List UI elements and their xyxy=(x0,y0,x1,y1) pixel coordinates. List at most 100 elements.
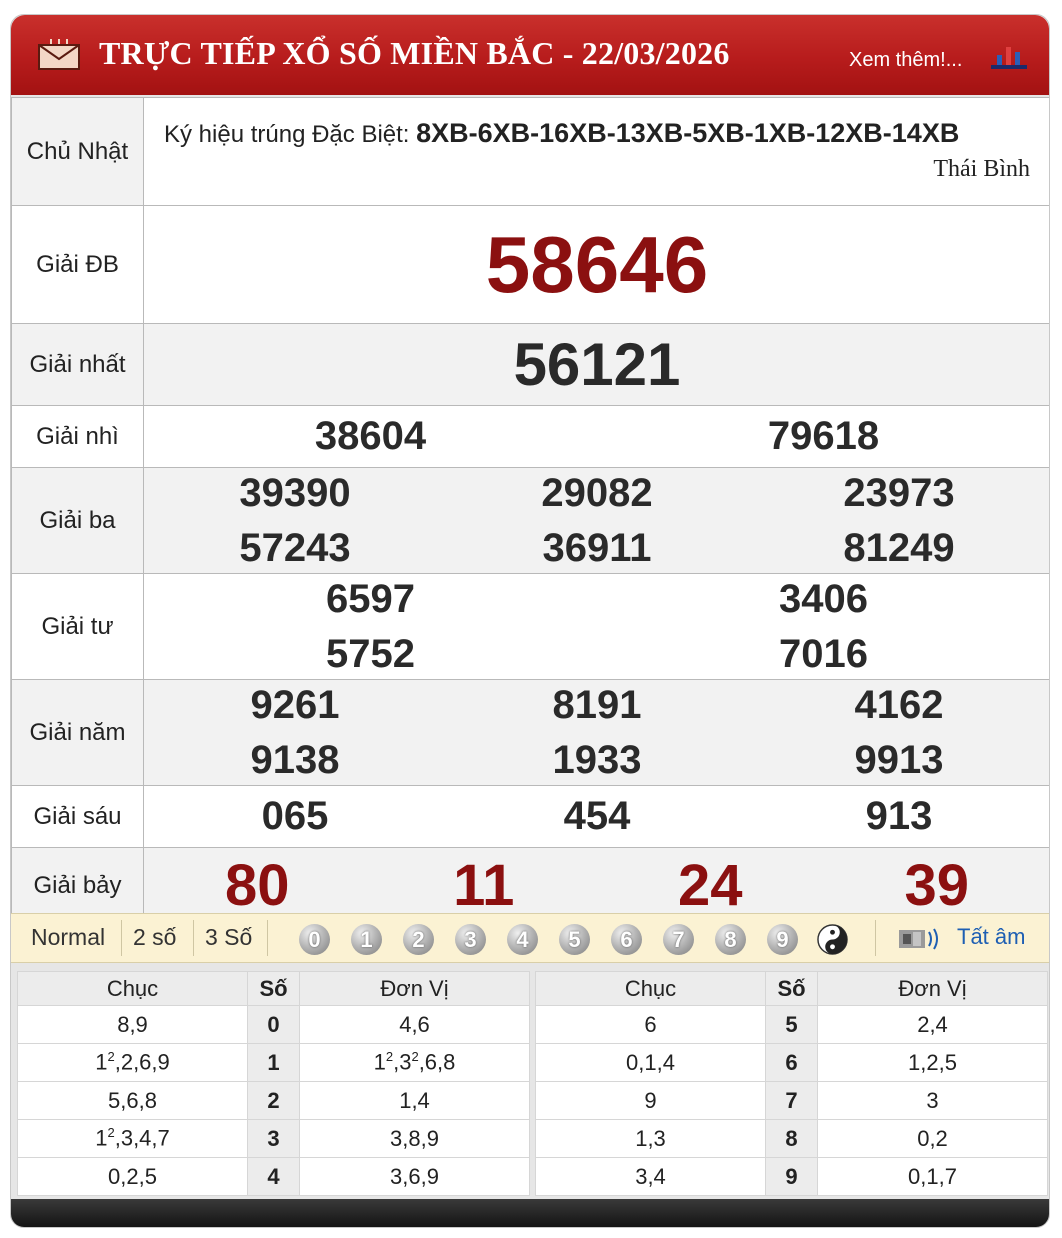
prize-3-number: 23973 xyxy=(843,470,955,515)
digit-ball-0[interactable]: 0 xyxy=(299,924,330,955)
divider xyxy=(875,920,876,956)
day-label: Chủ Nhật xyxy=(11,97,144,206)
table-row: 12,2,6,9 1 12,32,6,8 xyxy=(17,1043,530,1082)
mode-normal-button[interactable]: Normal xyxy=(31,924,105,951)
prize-label-db: Giải ĐB xyxy=(11,205,144,324)
symbol-cell: Ký hiệu trúng Đặc Biệt: 8XB-6XB-16XB-13X… xyxy=(143,97,1049,206)
table-row: 12,3,4,7 3 3,8,9 xyxy=(17,1119,530,1158)
prize-label-3: Giải ba xyxy=(11,467,144,574)
prize-5-number: 4162 xyxy=(854,682,944,727)
digit-ball-5[interactable]: 5 xyxy=(559,924,590,955)
stats-units-cell: 3 xyxy=(817,1081,1048,1120)
prize-5-number: 9261 xyxy=(250,682,340,727)
mode-3-digit-button[interactable]: 3 Số xyxy=(205,924,252,951)
stats-units-cell: 12,32,6,8 xyxy=(299,1043,530,1082)
prize-2-number: 79618 xyxy=(767,414,880,458)
stats-tens-cell: 12,3,4,7 xyxy=(17,1119,248,1158)
digit-ball-4[interactable]: 4 xyxy=(507,924,538,955)
stats-digit-cell: 0 xyxy=(247,1005,300,1044)
mute-all-button[interactable]: Tất âm xyxy=(957,924,1025,950)
stats-table-left: Chục Số Đơn Vị 8,9 0 4,6 12,2,6,9 1 12,32,6,8… xyxy=(17,971,530,1196)
digit-ball-8[interactable]: 8 xyxy=(715,924,746,955)
col-header-units: Đơn Vị xyxy=(817,971,1048,1006)
speaker-icon[interactable] xyxy=(897,926,943,952)
prize-3-number: 29082 xyxy=(541,470,653,515)
digit-ball-2[interactable]: 2 xyxy=(403,924,434,955)
prize-5-number: 1933 xyxy=(552,737,642,782)
table-row: 3,4 9 0,1,7 xyxy=(535,1157,1048,1196)
prize-3-number: 36911 xyxy=(542,525,652,570)
chart-bars-icon[interactable] xyxy=(989,41,1029,71)
stats-digit-cell: 7 xyxy=(765,1081,818,1120)
prize-label-5: Giải năm xyxy=(11,679,144,786)
stats-digit-cell: 5 xyxy=(765,1005,818,1044)
divider xyxy=(267,920,268,956)
prize-label-4: Giải tư xyxy=(11,573,144,680)
page-title: TRỰC TIẾP XỔ SỐ MIỀN BẮC - 22/03/2026 xyxy=(99,35,730,71)
prize-5-number: 8191 xyxy=(552,682,642,727)
stats-units-cell: 1,2,5 xyxy=(817,1043,1048,1082)
stats-units-cell: 2,4 xyxy=(817,1005,1048,1044)
stats-table-right: Chục Số Đơn Vị 6 5 2,4 0,1,4 6 1,2,5 9 7 3 1,3 8 0,… xyxy=(535,971,1048,1196)
symbol-label: Ký hiệu trúng Đặc Biệt: xyxy=(164,121,410,148)
prize-4-number: 6597 xyxy=(326,576,415,621)
stats-digit-cell: 6 xyxy=(765,1043,818,1082)
digit-ball-6[interactable]: 6 xyxy=(611,924,642,955)
mail-icon xyxy=(38,39,80,70)
prize-3-number: 57243 xyxy=(239,525,351,570)
prize-4-number: 3406 xyxy=(779,576,868,621)
digit-ball-9[interactable]: 9 xyxy=(767,924,798,955)
stats-units-cell: 3,8,9 xyxy=(299,1119,530,1158)
prize-6-number: 913 xyxy=(865,794,933,838)
special-prize-number: 58646 xyxy=(485,219,709,309)
col-header-digit: Số xyxy=(247,971,300,1006)
prize-5-number: 9138 xyxy=(250,737,340,782)
results-table: Chủ Nhật Ký hiệu trúng Đặc Biệt: 8XB-6XB… xyxy=(11,97,1049,924)
mode-2-digit-button[interactable]: 2 số xyxy=(133,924,176,951)
stats-tens-cell: 6 xyxy=(535,1005,766,1044)
table-row: 8,9 0 4,6 xyxy=(17,1005,530,1044)
display-controls: Normal 2 số 3 Số 0 1 2 3 4 5 6 7 8 9 Tất… xyxy=(11,913,1049,963)
col-header-tens: Chục xyxy=(535,971,766,1006)
lottery-panel: TRỰC TIẾP XỔ SỐ MIỀN BẮC - 22/03/2026 Xe… xyxy=(10,14,1050,1228)
stats-units-cell: 3,6,9 xyxy=(299,1157,530,1196)
prize-label-6: Giải sáu xyxy=(11,785,144,848)
stats-units-cell: 4,6 xyxy=(299,1005,530,1044)
divider xyxy=(121,920,122,956)
table-row: 973 xyxy=(535,1081,1048,1120)
prize-7-number: 39 xyxy=(904,853,969,918)
prize-3-number: 81249 xyxy=(843,525,955,570)
stats-digit-cell: 9 xyxy=(765,1157,818,1196)
yin-yang-icon[interactable] xyxy=(817,924,848,955)
stats-digit-cell: 3 xyxy=(247,1119,300,1158)
prize-3-number: 39390 xyxy=(239,470,351,515)
stats-units-cell: 0,1,7 xyxy=(817,1157,1048,1196)
prize-5-number: 9913 xyxy=(854,737,944,782)
prize-7-number: 80 xyxy=(224,853,290,918)
digit-ball-3[interactable]: 3 xyxy=(455,924,486,955)
stats-digit-cell: 1 xyxy=(247,1043,300,1082)
table-row: 0,2,5 4 3,6,9 xyxy=(17,1157,530,1196)
col-header-units: Đơn Vị xyxy=(299,971,530,1006)
see-more-link[interactable]: Xem thêm!... xyxy=(849,49,962,72)
stats-tens-cell: 12,2,6,9 xyxy=(17,1043,248,1082)
digit-ball-7[interactable]: 7 xyxy=(663,924,694,955)
table-row: 5,6,8 2 1,4 xyxy=(17,1081,530,1120)
symbol-codes: 8XB-6XB-16XB-13XB-5XB-1XB-12XB-14XB xyxy=(416,118,960,148)
stats-digit-cell: 8 xyxy=(765,1119,818,1158)
stats-digit-cell: 2 xyxy=(247,1081,300,1120)
prize-label-1: Giải nhất xyxy=(11,323,144,406)
prize-4-number: 5752 xyxy=(326,631,415,676)
footer-bar xyxy=(11,1199,1049,1227)
prize-2-number: 38604 xyxy=(314,414,427,458)
stats-tens-cell: 0,1,4 xyxy=(535,1043,766,1082)
table-row: 1,3 8 0,2 xyxy=(535,1119,1048,1158)
digit-ball-1[interactable]: 1 xyxy=(351,924,382,955)
stats-digit-cell: 4 xyxy=(247,1157,300,1196)
stats-tens-cell: 3,4 xyxy=(535,1157,766,1196)
stats-units-cell: 0,2 xyxy=(817,1119,1048,1158)
prize-6-number: 065 xyxy=(261,794,329,838)
col-header-digit: Số xyxy=(765,971,818,1006)
prize-4-number: 7016 xyxy=(779,631,868,676)
prize-6-number: 454 xyxy=(563,794,631,838)
